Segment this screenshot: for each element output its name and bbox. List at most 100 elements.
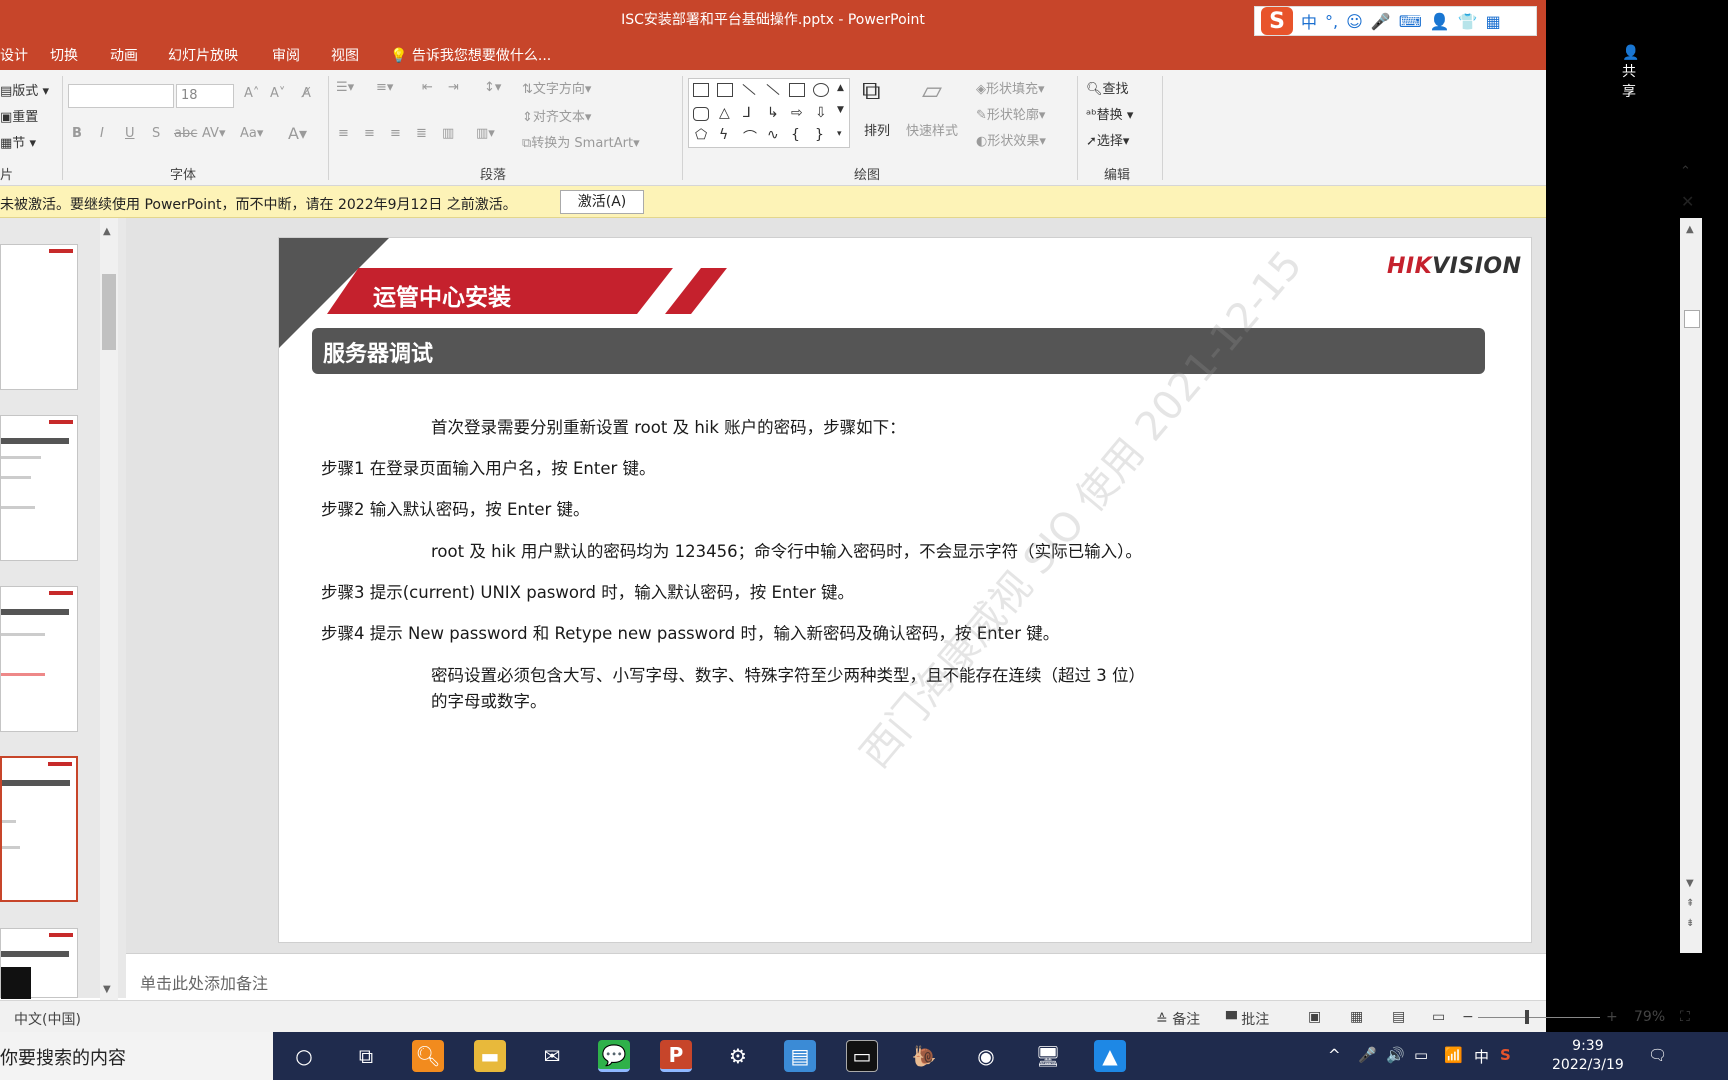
grow-font-icon[interactable]: A˄ <box>244 86 259 101</box>
tray-overflow-icon[interactable]: ^ <box>1328 1046 1341 1064</box>
shadow-icon[interactable]: S <box>152 126 160 141</box>
textbox-shape-icon[interactable] <box>693 83 709 97</box>
curve-shape-icon[interactable]: ∿ <box>767 127 779 143</box>
change-case-icon[interactable]: Aa▾ <box>240 126 263 141</box>
sogou-logo-icon[interactable]: S <box>1261 7 1293 35</box>
scroll-up-icon[interactable]: ▲ <box>103 226 111 237</box>
char-spacing-icon[interactable]: AV▾ <box>202 126 225 141</box>
reading-view-icon[interactable]: ▤ <box>1392 1009 1405 1025</box>
rectangle-shape-icon[interactable] <box>789 83 805 97</box>
next-slide-icon[interactable]: ⇟ <box>1686 918 1694 929</box>
lightning-shape-icon[interactable]: ϟ <box>719 127 728 143</box>
language-indicator[interactable]: 中文(中国) <box>14 1009 81 1029</box>
elbow-arrow-icon[interactable]: ↳ <box>767 105 779 121</box>
slide-scrollbar[interactable]: ▲ ▼ ⇞ ⇟ <box>1680 218 1702 953</box>
default-password-note[interactable]: root 及 hik 用户默认的密码均为 123456；命令行中输入密码时，不会… <box>431 538 1142 562</box>
slide-thumbnail[interactable] <box>0 415 78 561</box>
terminal-icon[interactable]: ▭ <box>846 1040 878 1072</box>
down-arrow-shape-icon[interactable]: ⇩ <box>815 105 827 121</box>
tab-design[interactable]: 设计 <box>0 45 28 65</box>
slide-sorter-icon[interactable]: ▦ <box>1350 1009 1363 1025</box>
notes-pane[interactable]: 单击此处添加备注 <box>126 953 1546 1000</box>
pentagon-shape-icon[interactable]: ⬠ <box>695 127 707 143</box>
step-4-line[interactable]: 步骤4 提示 New password 和 Retype new passwor… <box>321 620 1059 644</box>
notes-toggle[interactable]: ≙ 备注 <box>1156 1009 1200 1029</box>
tell-me-box[interactable]: 💡 告诉我您想要做什么... <box>390 45 551 65</box>
right-arrow-shape-icon[interactable]: ⇨ <box>791 105 803 121</box>
powerpoint-icon[interactable]: P <box>660 1040 692 1072</box>
replace-button[interactable]: ᵃᵇ替换 ▾ <box>1086 104 1133 123</box>
activate-button[interactable]: 激活(A) <box>560 190 644 214</box>
section-button[interactable]: ▦节 ▾ <box>0 132 36 151</box>
tab-transitions[interactable]: 切换 <box>50 45 78 65</box>
align-text-button[interactable]: ⇕对齐文本▾ <box>522 106 591 125</box>
zoom-level[interactable]: 79% <box>1634 1009 1665 1025</box>
right-brace-shape-icon[interactable]: } <box>815 127 824 143</box>
arrow-shape-icon[interactable] <box>766 83 780 96</box>
zoom-slider-thumb[interactable] <box>1525 1010 1529 1024</box>
wechat-icon[interactable]: 💬 <box>598 1040 630 1072</box>
slideshow-icon[interactable]: ▭ <box>1432 1009 1445 1025</box>
slide-thumbnail[interactable] <box>0 586 78 732</box>
arrange-button[interactable]: 排列 <box>864 120 890 139</box>
banner-title[interactable]: 运管中心安装 <box>373 278 511 312</box>
numbering-icon[interactable]: ≡▾ <box>376 80 393 95</box>
tab-review[interactable]: 审阅 <box>272 45 300 65</box>
battery-icon[interactable]: ▭ <box>1414 1046 1428 1064</box>
taskbar-clock[interactable]: 9:39 2022/3/19 <box>1552 1037 1624 1075</box>
justify-icon[interactable]: ≣ <box>416 126 427 141</box>
triangle-shape-icon[interactable]: △ <box>719 105 730 121</box>
underline-icon[interactable]: U <box>125 126 135 141</box>
bullets-icon[interactable]: ☰▾ <box>336 80 354 95</box>
share-button[interactable]: 👤 共享 <box>1622 45 1639 101</box>
convert-smartart-button[interactable]: ⧉转换为 SmartArt▾ <box>522 132 640 151</box>
font-color-icon[interactable]: A▾ <box>288 124 307 143</box>
search-app-icon[interactable]: 🔍︎ <box>412 1040 444 1072</box>
ime-user-icon[interactable]: 👤 <box>1430 12 1450 31</box>
notes-placeholder[interactable]: 单击此处添加备注 <box>140 970 268 994</box>
slide-canvas[interactable]: 运管中心安装 HIKVISION 服务器调试 首次登录需要分别重新设置 root… <box>278 237 1532 943</box>
tab-animations[interactable]: 动画 <box>110 45 138 65</box>
computer-app-icon[interactable]: 🖥 <box>1032 1040 1064 1072</box>
cortana-icon[interactable]: ○ <box>288 1040 320 1072</box>
remote-desktop-icon[interactable]: ▤ <box>784 1040 816 1072</box>
settings-icon[interactable]: ⚙ <box>722 1040 754 1072</box>
ime-indicator[interactable]: 中 <box>1474 1046 1489 1067</box>
elbow-connector-icon[interactable]: ⅃ <box>743 105 751 121</box>
ime-chinese-mode[interactable]: 中 <box>1301 9 1317 33</box>
font-name-box[interactable] <box>68 84 174 108</box>
decrease-indent-icon[interactable]: ⇤ <box>422 80 433 95</box>
line-shape-icon[interactable] <box>742 83 756 96</box>
microphone-icon[interactable]: 🎤 <box>1358 1046 1377 1064</box>
password-rule-line-1[interactable]: 密码设置必须包含大写、小写字母、数字、特殊字符至少两种类型，且不能存在连续（超过… <box>431 662 1145 686</box>
task-view-icon[interactable]: ⧉ <box>350 1040 382 1072</box>
distributed-icon[interactable]: ▥ <box>442 126 454 141</box>
zoom-slider-track[interactable] <box>1478 1017 1600 1018</box>
gallery-more-icon[interactable]: ▾ <box>837 129 842 139</box>
quick-styles-button[interactable]: 快速样式 <box>906 120 958 139</box>
slide-thumbnail[interactable] <box>0 928 78 999</box>
scroll-up-icon[interactable]: ▲ <box>1686 224 1694 235</box>
ime-emoji-icon[interactable]: ☺ <box>1346 12 1363 31</box>
intro-line[interactable]: 首次登录需要分别重新设置 root 及 hik 账户的密码，步骤如下： <box>431 414 906 438</box>
minimize-button[interactable]: — <box>1400 6 1430 25</box>
shapes-gallery[interactable]: △ ⅃ ↳ ⇨ ⇩ ⬠ ϟ ⌒ ∿ { } ▲ ▼ ▾ <box>688 78 850 148</box>
shape-effects-button[interactable]: ◐形状效果▾ <box>976 130 1046 149</box>
align-right-icon[interactable]: ≡ <box>390 126 401 141</box>
thumbnail-scrollbar[interactable]: ▲ ▼ <box>100 218 118 1000</box>
blue-app-icon[interactable]: ▲ <box>1094 1040 1126 1072</box>
fit-to-window-icon[interactable]: ⛶ <box>1680 1009 1690 1025</box>
slide-thumbnail-current[interactable] <box>0 756 78 902</box>
italic-icon[interactable]: I <box>100 126 104 141</box>
quick-styles-icon[interactable]: ▱ <box>922 76 942 106</box>
normal-view-icon[interactable]: ▣ <box>1308 1009 1321 1025</box>
password-rule-line-2[interactable]: 的字母或数字。 <box>431 688 547 712</box>
close-button[interactable]: ✕ <box>1503 6 1533 25</box>
shape-fill-button[interactable]: ◈形状填充▾ <box>976 78 1045 97</box>
gallery-scroll-down-icon[interactable]: ▼ <box>837 105 844 115</box>
columns-icon[interactable]: ▥▾ <box>476 126 495 141</box>
volume-icon[interactable]: 🔊 <box>1386 1046 1405 1064</box>
arc-shape-icon[interactable]: ⌒ <box>743 127 757 147</box>
shape-outline-button[interactable]: ✎形状轮廓▾ <box>976 104 1045 123</box>
wifi-icon[interactable]: 📶 <box>1444 1046 1463 1064</box>
